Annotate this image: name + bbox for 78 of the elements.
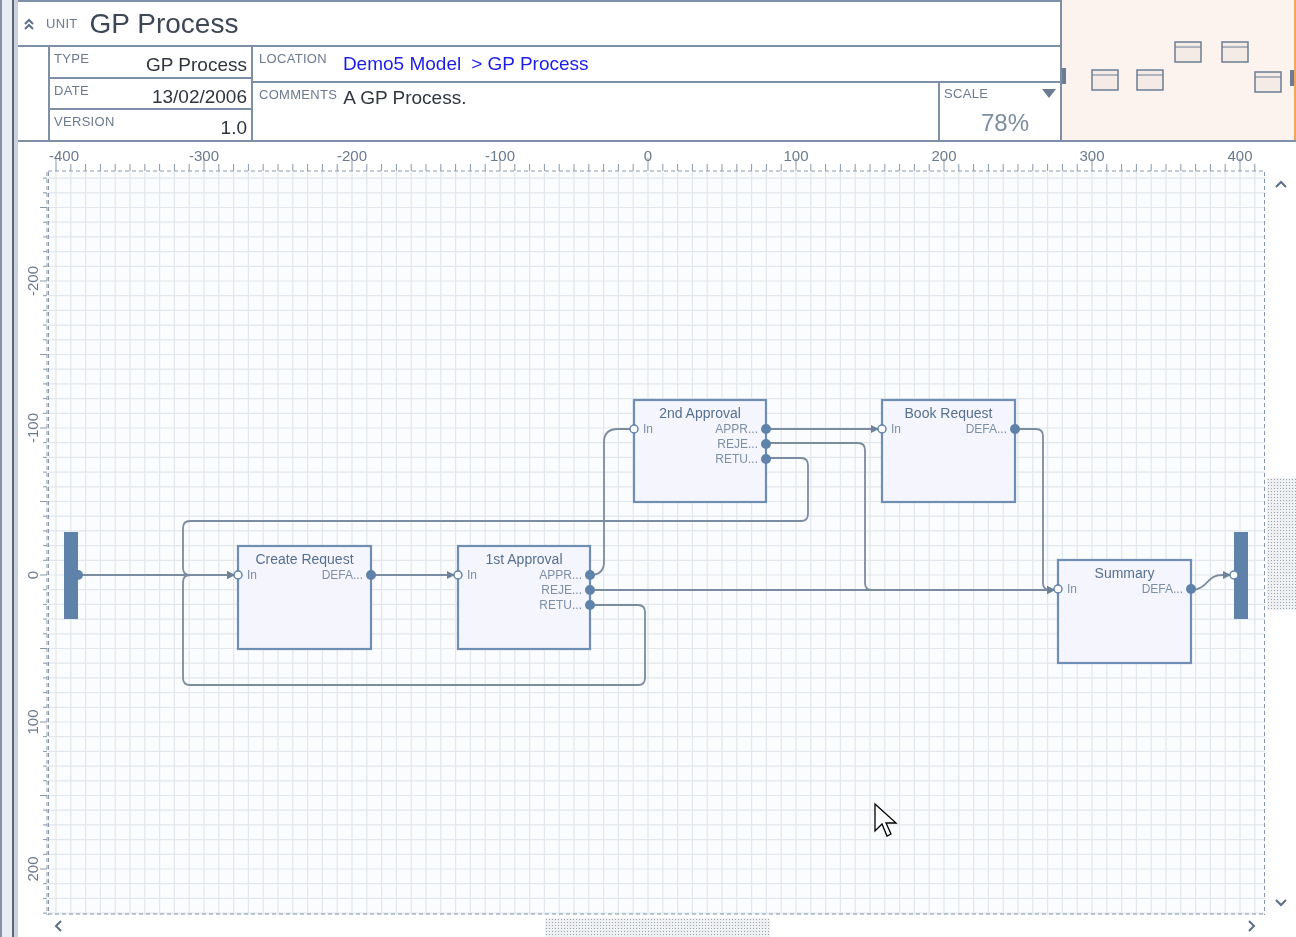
port-dot (761, 439, 771, 449)
port-label: DEFA... (1141, 582, 1183, 596)
port-label: REJE... (541, 583, 582, 597)
location-link[interactable]: Demo5 Model (342, 53, 462, 75)
port-dot (761, 424, 771, 434)
node-title: Book Request (904, 405, 993, 421)
comments-text: A GP Process. (343, 87, 467, 109)
process-node[interactable] (880, 398, 1017, 504)
node-title: Create Request (255, 551, 354, 567)
port-circle (1053, 584, 1063, 594)
port-circle (233, 570, 243, 580)
port-label: RETU... (539, 598, 582, 612)
port-dot (585, 600, 595, 610)
port-dot (585, 585, 595, 595)
ruler-label: -100 (485, 147, 515, 164)
port-label: In (643, 422, 653, 436)
port-circle (453, 570, 463, 580)
process-node[interactable] (632, 398, 768, 504)
ruler-label: 0 (643, 147, 653, 164)
port-dot (1186, 584, 1196, 594)
field-label: VERSION (54, 114, 115, 130)
port-label: DEFA... (965, 422, 1007, 436)
ruler-label: 200 (24, 856, 41, 882)
field-value: 13/02/2006 (151, 85, 247, 108)
ruler-label: 400 (1227, 147, 1253, 164)
port-label: In (247, 568, 257, 582)
port-circle (1229, 570, 1239, 580)
unit-title: GP Process (89, 7, 239, 40)
scroll-up-button[interactable] (1274, 180, 1287, 188)
node-title: 1st Approval (485, 551, 563, 567)
field-value: 1.0 (220, 117, 247, 140)
scrollbar-thumb[interactable] (545, 918, 770, 937)
ruler-label: 0 (24, 570, 41, 580)
ruler-label: -300 (189, 147, 219, 164)
port-dot (366, 570, 376, 580)
port-dot (761, 454, 771, 464)
port-circle (629, 424, 639, 434)
ruler-label: 300 (1079, 147, 1105, 164)
location-link[interactable]: > GP Process (471, 53, 589, 75)
port-label: REJE... (717, 437, 758, 451)
scroll-left-button[interactable] (54, 920, 62, 932)
field-label: LOCATION (259, 51, 327, 66)
process-node[interactable] (236, 544, 373, 651)
scrollbar-thumb[interactable] (1267, 478, 1296, 610)
collapse-icon[interactable] (24, 17, 34, 30)
ruler-label: 200 (931, 147, 957, 164)
cursor-icon (874, 802, 898, 837)
ruler-label: -200 (24, 266, 41, 296)
diagram-canvas[interactable]: Create Request In DEFA... 1st Approval In APPR... REJE... RETU... 2nd Approval In APPR... REJE... RETU... Book Request In DEFA... Summary In DEFA... (48, 172, 1265, 915)
process-node[interactable] (456, 544, 592, 651)
node-title: 2nd Approval (659, 405, 741, 421)
port-label: In (467, 568, 477, 582)
port-dot (585, 570, 595, 580)
dropdown-icon[interactable] (1042, 89, 1056, 98)
field-label: DATE (54, 82, 89, 98)
ruler-label: 100 (24, 709, 41, 735)
port-label: In (891, 422, 901, 436)
port-label: DEFA... (321, 568, 363, 582)
port-label: In (1067, 582, 1077, 596)
scroll-down-button[interactable] (1274, 899, 1287, 907)
ruler-label: 100 (783, 147, 809, 164)
port-label: APPR... (539, 568, 582, 582)
ruler-label: -100 (24, 413, 41, 443)
field-label: TYPE (54, 51, 90, 66)
unit-label: UNIT (46, 16, 78, 31)
port-dot (1010, 424, 1020, 434)
port-label: APPR... (715, 422, 758, 436)
port-label: RETU... (715, 452, 758, 466)
scale-value: 78% (980, 109, 1029, 137)
ruler-label: -200 (337, 147, 367, 164)
port-circle (877, 424, 887, 434)
node-title: Summary (1094, 565, 1155, 581)
scroll-right-button[interactable] (1248, 920, 1256, 932)
field-label: SCALE (944, 86, 989, 101)
field-value: GP Process (145, 54, 247, 76)
field-label: COMMENTS (259, 87, 338, 102)
process-node[interactable] (1056, 558, 1193, 665)
ruler-label: -400 (49, 147, 79, 164)
